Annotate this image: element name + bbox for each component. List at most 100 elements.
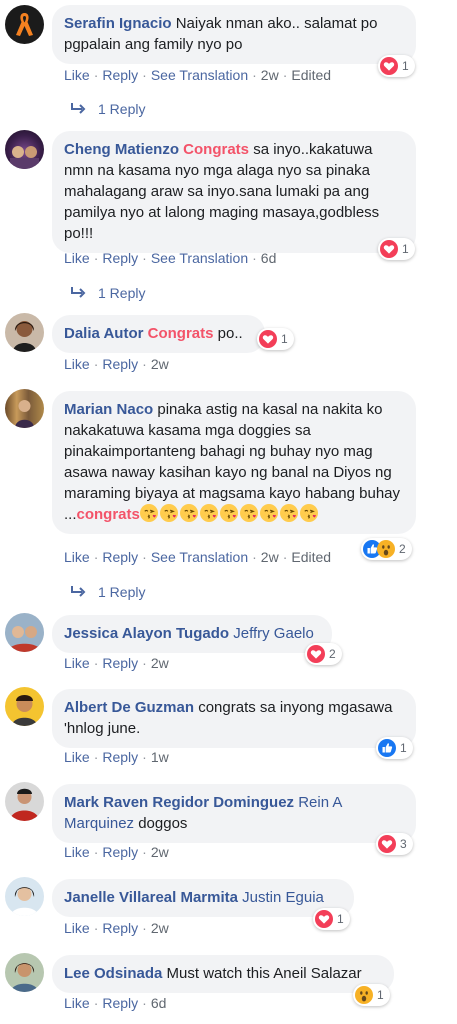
avatar[interactable]: [5, 613, 44, 652]
timestamp[interactable]: 2w: [151, 655, 169, 671]
view-replies-link[interactable]: 1 Reply: [70, 285, 145, 301]
comment-text: po..: [217, 325, 243, 342]
comment-text: doggos: [138, 815, 188, 832]
avatar-image: [11, 887, 38, 916]
like-reaction-icon: [378, 739, 396, 757]
reaction-count[interactable]: 1: [353, 984, 390, 1006]
love-reaction-icon: [380, 57, 398, 75]
like-button[interactable]: Like: [64, 995, 90, 1011]
reply-button[interactable]: Reply: [102, 749, 138, 765]
avatar-image: [10, 146, 39, 169]
avatar-image: [13, 321, 36, 352]
edited-label[interactable]: Edited: [291, 67, 331, 83]
comment-bubble: Serafin Ignacio Naiyak nman ako.. salama…: [52, 5, 416, 64]
timestamp[interactable]: 1w: [151, 749, 169, 765]
reply-arrow-icon: [71, 586, 86, 597]
comment-bubble: Janelle Villareal Marmita Justin Eguia: [52, 879, 354, 917]
reaction-count[interactable]: 3: [376, 833, 413, 855]
avatar[interactable]: [5, 389, 44, 428]
comment-text: Must watch this Aneil Salazar: [166, 965, 362, 982]
like-button[interactable]: Like: [64, 67, 90, 83]
like-button[interactable]: Like: [64, 920, 90, 936]
comment-actions: Like · Reply · 2w: [64, 920, 169, 936]
comment-actions: Like · Reply · See Translation · 2w · Edited: [64, 549, 332, 565]
avatar-image: [7, 626, 42, 652]
comment-author[interactable]: Albert De Guzman: [64, 699, 194, 716]
avatar[interactable]: [5, 313, 44, 352]
comment-bubble: Jessica Alayon Tugado Jeffry Gaelo: [52, 615, 332, 653]
comment-author[interactable]: Serafin Ignacio: [64, 15, 172, 32]
avatar[interactable]: [5, 953, 44, 992]
avatar[interactable]: [5, 130, 44, 169]
timestamp[interactable]: 6d: [151, 995, 167, 1011]
wow-reaction-icon: [355, 986, 373, 1004]
like-button[interactable]: Like: [64, 549, 90, 565]
comment-bubble: Lee Odsinada Must watch this Aneil Salaz…: [52, 955, 394, 993]
see-translation-link[interactable]: See Translation: [151, 250, 248, 266]
reaction-count[interactable]: 1: [376, 737, 413, 759]
reply-button[interactable]: Reply: [102, 920, 138, 936]
comment-actions: Like · Reply · 2w: [64, 844, 169, 860]
reaction-count[interactable]: 1: [257, 328, 294, 350]
comment-author[interactable]: Marian Naco: [64, 401, 153, 418]
comment-actions: Like · Reply · See Translation · 6d: [64, 250, 277, 266]
edited-label[interactable]: Edited: [291, 549, 331, 565]
reaction-count[interactable]: 1: [378, 55, 415, 77]
avatar[interactable]: [5, 5, 44, 44]
reaction-count[interactable]: 2: [361, 538, 412, 560]
reply-button[interactable]: Reply: [102, 995, 138, 1011]
comment-author[interactable]: Jessica Alayon Tugado: [64, 625, 229, 642]
comment-actions: Like · Reply · 6d: [64, 995, 167, 1011]
comment-author[interactable]: Cheng Matienzo: [64, 141, 179, 158]
comment-bubble: Cheng Matienzo Congrats sa inyo..kakatuw…: [52, 131, 416, 253]
timestamp[interactable]: 2w: [151, 920, 169, 936]
timestamp[interactable]: 2w: [151, 844, 169, 860]
reply-button[interactable]: Reply: [102, 356, 138, 372]
timestamp[interactable]: 6d: [261, 250, 277, 266]
reply-button[interactable]: Reply: [102, 250, 138, 266]
kissing-face-emoji-icon: [279, 504, 298, 522]
like-button[interactable]: Like: [64, 655, 90, 671]
timestamp[interactable]: 2w: [261, 549, 279, 565]
see-translation-link[interactable]: See Translation: [151, 549, 248, 565]
avatar[interactable]: [5, 782, 44, 821]
see-translation-link[interactable]: See Translation: [151, 67, 248, 83]
avatar-image: [15, 400, 34, 428]
reply-button[interactable]: Reply: [102, 67, 138, 83]
like-button[interactable]: Like: [64, 749, 90, 765]
love-reaction-icon: [307, 645, 325, 663]
comment-author[interactable]: Mark Raven Regidor Dominguez: [64, 794, 294, 811]
kissing-face-emoji-icon: [239, 504, 258, 522]
comment-author[interactable]: Janelle Villareal Marmita: [64, 889, 238, 906]
reaction-count[interactable]: 2: [305, 643, 342, 665]
comment-bubble: Mark Raven Regidor Dominguez Rein A Marq…: [52, 784, 416, 843]
comment-author[interactable]: Lee Odsinada: [64, 965, 162, 982]
timestamp[interactable]: 2w: [261, 67, 279, 83]
avatar-image: [10, 788, 39, 821]
comment-actions: Like · Reply · 2w: [64, 655, 169, 671]
kissing-face-emoji-icon: [159, 504, 178, 522]
like-button[interactable]: Like: [64, 356, 90, 372]
avatar[interactable]: [5, 877, 44, 916]
tagged-user[interactable]: Jeffry Gaelo: [233, 625, 314, 642]
avatar-image: [12, 695, 37, 726]
reply-button[interactable]: Reply: [102, 549, 138, 565]
like-button[interactable]: Like: [64, 844, 90, 860]
reaction-count[interactable]: 1: [378, 238, 415, 260]
comment-author[interactable]: Dalia Autor: [64, 325, 143, 342]
like-button[interactable]: Like: [64, 250, 90, 266]
love-reaction-icon: [315, 910, 333, 928]
avatar[interactable]: [5, 687, 44, 726]
ribbon-icon: [16, 13, 33, 36]
tagged-user[interactable]: Justin Eguia: [242, 889, 324, 906]
comment-bubble: Dalia Autor Congrats po..: [52, 315, 265, 353]
congrats-text: Congrats: [147, 325, 214, 342]
reaction-count[interactable]: 1: [313, 908, 350, 930]
view-replies-link[interactable]: 1 Reply: [70, 101, 145, 117]
reply-arrow-icon: [71, 103, 86, 114]
view-replies-link[interactable]: 1 Reply: [70, 584, 145, 600]
timestamp[interactable]: 2w: [151, 356, 169, 372]
reply-button[interactable]: Reply: [102, 844, 138, 860]
reply-button[interactable]: Reply: [102, 655, 138, 671]
kissing-face-emoji-icon: [299, 504, 318, 522]
